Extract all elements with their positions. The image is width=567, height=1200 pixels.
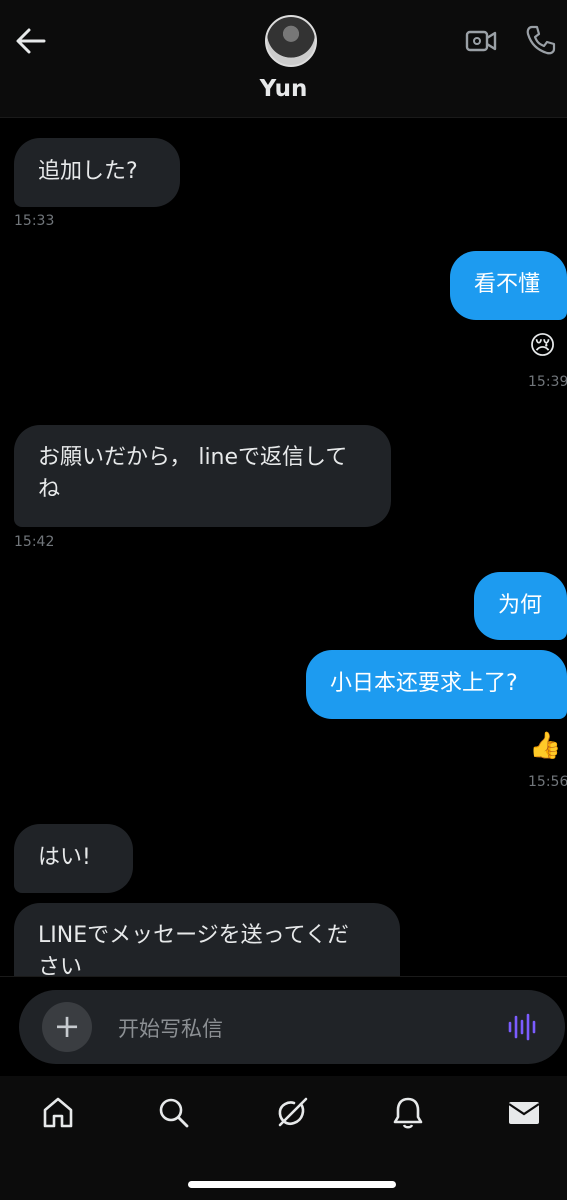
avatar[interactable] bbox=[265, 15, 317, 67]
message-input[interactable] bbox=[118, 1014, 478, 1044]
back-arrow-icon[interactable] bbox=[14, 26, 48, 56]
message-text: LINEでメッセージを送ってくだ bbox=[38, 923, 349, 948]
reaction-emoji[interactable]: 😢 bbox=[529, 330, 556, 362]
message-time: 15:39 bbox=[528, 374, 567, 390]
plus-icon: + bbox=[53, 1007, 81, 1045]
messages-icon[interactable] bbox=[506, 1095, 542, 1131]
voice-waveform-icon[interactable] bbox=[507, 1012, 539, 1042]
search-icon[interactable] bbox=[156, 1095, 192, 1131]
message-bubble[interactable]: 为何 bbox=[474, 572, 567, 640]
notifications-icon[interactable] bbox=[390, 1095, 426, 1131]
message-text: 为何 bbox=[498, 593, 543, 618]
message-text: はい! bbox=[38, 845, 91, 870]
message-time: 15:56 bbox=[528, 774, 567, 790]
contact-name: Yun bbox=[259, 76, 308, 102]
message-text: お願いだから， lineで返信して bbox=[38, 445, 348, 470]
message-text: 小日本还要求上了? bbox=[330, 671, 518, 696]
message-bubble[interactable]: 看不懂 bbox=[450, 251, 567, 320]
message-bubble[interactable]: はい! bbox=[14, 824, 133, 893]
home-icon[interactable] bbox=[40, 1095, 76, 1131]
message-text: ね bbox=[38, 477, 61, 502]
add-attachment-button[interactable]: + bbox=[42, 1002, 92, 1052]
message-bubble[interactable]: お願いだから， lineで返信して ね bbox=[14, 425, 391, 527]
message-time: 15:33 bbox=[14, 213, 55, 229]
message-bubble[interactable]: 小日本还要求上了? bbox=[306, 650, 567, 719]
reaction-emoji[interactable]: 👍 bbox=[529, 730, 561, 762]
message-text: 看不懂 bbox=[474, 272, 541, 297]
home-indicator bbox=[188, 1181, 396, 1188]
message-time: 15:42 bbox=[14, 534, 55, 550]
grok-icon[interactable] bbox=[274, 1095, 310, 1131]
message-bubble[interactable]: 追加した? bbox=[14, 138, 180, 207]
video-call-icon[interactable] bbox=[465, 26, 497, 56]
phone-call-icon[interactable] bbox=[525, 24, 557, 56]
message-text: 追加した? bbox=[38, 159, 138, 184]
